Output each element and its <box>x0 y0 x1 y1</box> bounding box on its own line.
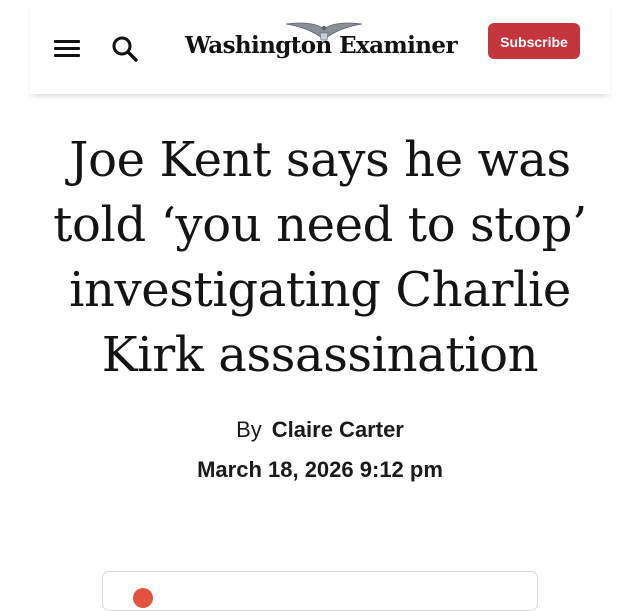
content-card <box>102 571 538 611</box>
menu-line <box>54 40 80 43</box>
search-icon[interactable] <box>110 34 140 64</box>
byline-prefix: By <box>236 417 262 442</box>
logo-wordmark: Washington Examiner <box>185 32 458 59</box>
card-badge-icon <box>133 588 153 608</box>
author-link[interactable]: Claire Carter <box>272 417 404 442</box>
menu-line <box>54 54 80 57</box>
search-icon-graphic <box>112 36 138 62</box>
menu-line <box>54 47 80 50</box>
article-headline: Joe Kent says he was told ‘you need to s… <box>53 132 587 383</box>
article-byline: By Claire Carter <box>0 416 640 444</box>
article-date: March 18, 2026 9:12 pm <box>197 457 443 482</box>
subscribe-button[interactable]: Subscribe <box>488 23 580 59</box>
site-logo[interactable]: Washington Examiner <box>180 18 462 70</box>
site-header: Washington Examiner Subscribe <box>30 0 610 94</box>
hamburger-menu-icon[interactable] <box>54 38 80 60</box>
